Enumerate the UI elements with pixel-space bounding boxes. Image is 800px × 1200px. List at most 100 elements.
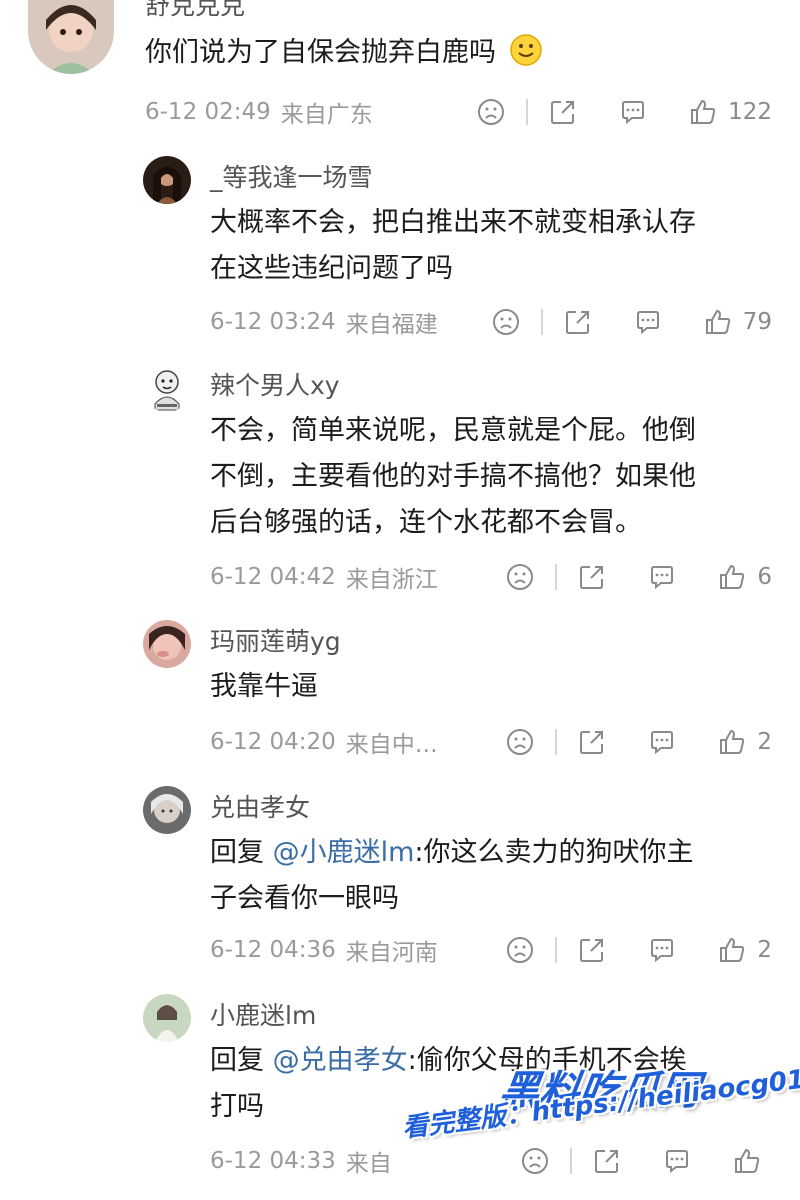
comment-line: 大概率不会，把白推出来不就变相承认存 bbox=[210, 207, 696, 238]
comment-text-content: 你们说为了自保会抛弃白鹿吗 bbox=[145, 37, 496, 68]
sad-face-icon[interactable] bbox=[476, 92, 506, 132]
sad-face-icon[interactable] bbox=[505, 722, 535, 762]
reply-prefix: 回复 bbox=[210, 1045, 273, 1076]
comment-text: 回复 @兑由孝女:偷你父母的手机不会挨 打吗 bbox=[210, 1038, 687, 1130]
location: 来自河南 bbox=[345, 940, 438, 966]
username[interactable]: 小鹿迷lm bbox=[210, 996, 316, 1032]
comment-line-text: :偷你父母的手机不会挨 bbox=[407, 1045, 687, 1076]
action-bar bbox=[520, 1141, 772, 1181]
thumbs-up-icon bbox=[735, 1148, 760, 1173]
comment-text: 回复 @小鹿迷lm:你这么卖力的狗吠你主 子会看你一眼吗 bbox=[210, 830, 694, 922]
share-icon[interactable] bbox=[577, 930, 607, 970]
comment-bubble-icon[interactable] bbox=[662, 1141, 692, 1181]
comment-bubble-icon[interactable] bbox=[647, 722, 677, 762]
avatar[interactable] bbox=[143, 156, 191, 204]
comment-line: 在这些违纪问题了吗 bbox=[210, 253, 453, 284]
comment-text: 不会，简单来说呢，民意就是个屁。他倒 不倒，主要看他的对手搞不搞他？如果他 后台… bbox=[210, 408, 696, 546]
divider bbox=[555, 937, 558, 963]
action-bar: 79 bbox=[491, 302, 772, 342]
share-icon[interactable] bbox=[563, 302, 593, 342]
comment-line: 回复 @小鹿迷lm:你这么卖力的狗吠你主 bbox=[210, 830, 694, 876]
like-button[interactable]: 79 bbox=[703, 302, 772, 342]
like-button[interactable]: 2 bbox=[717, 722, 772, 762]
username[interactable]: 舒克克克 bbox=[145, 0, 245, 22]
timestamp: 6-12 02:49 bbox=[145, 99, 271, 125]
reply-prefix: 回复 bbox=[210, 837, 273, 868]
comment-bubble-icon[interactable] bbox=[618, 92, 648, 132]
avatar[interactable] bbox=[143, 994, 191, 1042]
comment-line-text: :你这么卖力的狗吠你主 bbox=[414, 837, 694, 868]
share-icon[interactable] bbox=[592, 1141, 622, 1181]
like-count: 79 bbox=[742, 309, 772, 335]
sad-face-icon[interactable] bbox=[505, 557, 535, 597]
timestamp: 6-12 03:24 bbox=[210, 309, 336, 335]
comment-text: 我靠牛逼 bbox=[210, 664, 318, 710]
timestamp: 6-12 04:33 bbox=[210, 1148, 336, 1174]
divider bbox=[526, 99, 529, 125]
sad-face-icon[interactable] bbox=[505, 930, 535, 970]
comment-meta: 6-12 04:42 来自浙江 bbox=[210, 557, 438, 597]
comment-bubble-icon[interactable] bbox=[633, 302, 663, 342]
share-icon[interactable] bbox=[577, 722, 607, 762]
sad-face-icon[interactable] bbox=[520, 1141, 550, 1181]
action-bar: 2 bbox=[505, 722, 772, 762]
like-count: 6 bbox=[757, 564, 772, 590]
action-bar: 122 bbox=[476, 92, 772, 132]
comment-bubble-icon[interactable] bbox=[647, 557, 677, 597]
action-bar: 2 bbox=[505, 930, 772, 970]
comment-text: 你们说为了自保会抛弃白鹿吗 bbox=[145, 30, 543, 76]
comment-meta: 6-12 03:24 来自福建 bbox=[210, 302, 438, 342]
divider bbox=[540, 309, 543, 335]
thumbs-up-icon bbox=[691, 99, 716, 124]
timestamp: 6-12 04:36 bbox=[210, 937, 336, 963]
comment-line: 回复 @兑由孝女:偷你父母的手机不会挨 bbox=[210, 1038, 687, 1084]
comment-line: 不会，简单来说呢，民意就是个屁。他倒 bbox=[210, 415, 696, 446]
timestamp: 6-12 04:42 bbox=[210, 564, 336, 590]
like-button[interactable]: 6 bbox=[717, 557, 772, 597]
avatar[interactable] bbox=[143, 786, 191, 834]
avatar[interactable] bbox=[143, 620, 191, 668]
mention-link[interactable]: @兑由孝女 bbox=[273, 1045, 408, 1076]
thumbs-up-icon bbox=[720, 564, 745, 589]
mention-link[interactable]: @小鹿迷lm bbox=[273, 837, 415, 868]
username[interactable]: _等我逢一场雪 bbox=[210, 158, 373, 194]
like-button[interactable]: 2 bbox=[717, 930, 772, 970]
like-count: 122 bbox=[728, 99, 772, 125]
comment-meta: 6-12 04:33 来自 bbox=[210, 1141, 392, 1181]
comment-line: 不倒，主要看他的对手搞不搞他？如果他 bbox=[210, 461, 696, 492]
thumbs-up-icon bbox=[720, 937, 745, 962]
location: 来自浙江 bbox=[345, 567, 438, 593]
like-count: 2 bbox=[757, 937, 772, 963]
sad-face-icon[interactable] bbox=[491, 302, 521, 342]
location: 来自广东 bbox=[280, 102, 373, 128]
watermark: 黑料吃瓜网 看完整版：https://heiliaocg01.com bbox=[0, 0, 800, 1200]
divider bbox=[570, 1148, 572, 1174]
comment-line: 打吗 bbox=[210, 1091, 264, 1122]
avatar[interactable] bbox=[28, 0, 114, 74]
username[interactable]: 玛丽莲萌yg bbox=[210, 622, 341, 658]
location: 来自 bbox=[345, 1151, 392, 1177]
timestamp: 6-12 04:20 bbox=[210, 729, 336, 755]
comment-meta: 6-12 04:20 来自中… bbox=[210, 722, 438, 762]
like-button[interactable] bbox=[732, 1141, 772, 1181]
comment-line: 我靠牛逼 bbox=[210, 671, 318, 702]
thumbs-up-icon bbox=[705, 309, 730, 334]
location: 来自中… bbox=[345, 732, 438, 758]
location: 来自福建 bbox=[345, 312, 438, 338]
comment-meta: 6-12 02:49 来自广东 bbox=[145, 92, 373, 132]
comment-bubble-icon[interactable] bbox=[647, 930, 677, 970]
username[interactable]: 辣个男人xy bbox=[210, 366, 340, 402]
share-icon[interactable] bbox=[548, 92, 578, 132]
username[interactable]: 兑由孝女 bbox=[210, 788, 310, 824]
avatar[interactable] bbox=[143, 364, 191, 412]
comment-meta: 6-12 04:36 来自河南 bbox=[210, 930, 438, 970]
divider bbox=[555, 729, 558, 755]
like-button[interactable]: 122 bbox=[688, 92, 772, 132]
smile-emoji bbox=[509, 33, 543, 67]
thumbs-up-icon bbox=[720, 729, 745, 754]
comment-text: 大概率不会，把白推出来不就变相承认存 在这些违纪问题了吗 bbox=[210, 200, 696, 292]
divider bbox=[555, 564, 558, 590]
like-count: 2 bbox=[757, 729, 772, 755]
share-icon[interactable] bbox=[577, 557, 607, 597]
comment-line: 子会看你一眼吗 bbox=[210, 883, 399, 914]
